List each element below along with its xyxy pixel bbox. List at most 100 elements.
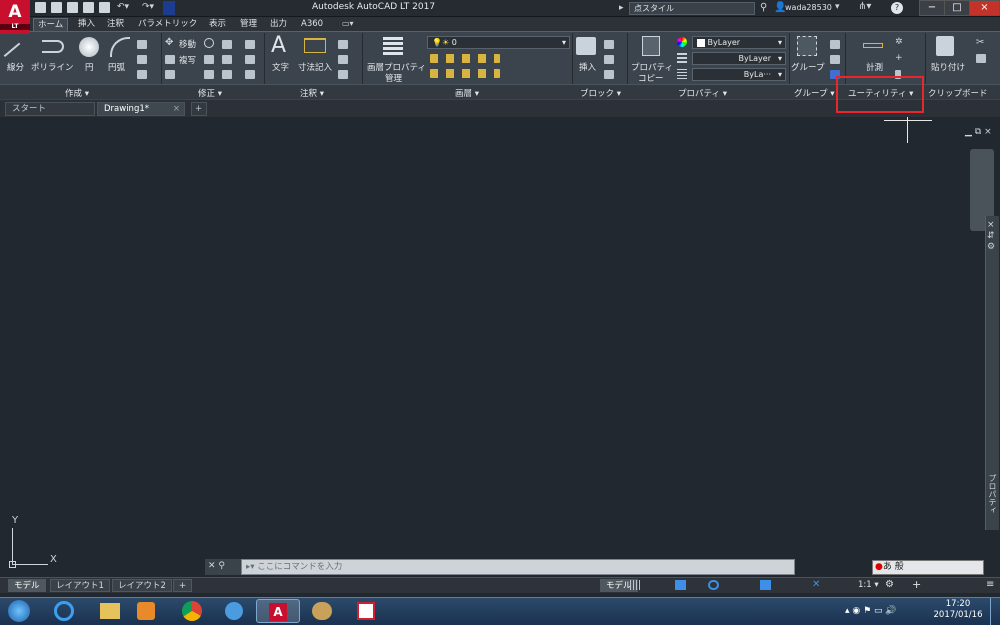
insert-block-icon[interactable] [576, 37, 596, 55]
erase-icon[interactable] [245, 40, 255, 49]
layout-tab-layout1[interactable]: レイアウト1 [50, 579, 110, 592]
viewport-controls-icon[interactable]: ▁ ⧉ × [965, 127, 992, 137]
tab-annotate[interactable]: 注釈 [103, 18, 128, 31]
panel-layers[interactable]: 画層 ▾ [455, 87, 479, 99]
tab-parametric[interactable]: パラメトリック [134, 18, 201, 31]
paint-icon[interactable] [300, 599, 344, 623]
block-attribute-icon[interactable] [604, 70, 614, 79]
paste-label[interactable]: 貼り付け [931, 61, 965, 73]
line-label[interactable]: 線分 [7, 61, 24, 73]
command-input[interactable]: ▸▾ ここにコマンドを入力 [241, 559, 795, 575]
clock[interactable]: 17:20 2017/01/16 [930, 599, 986, 621]
scale-icon[interactable] [204, 70, 214, 79]
rectangle-icon[interactable] [137, 40, 147, 49]
ribbon-toggle-icon[interactable]: ▭▾ [342, 19, 356, 29]
system-tray-icons[interactable]: ▴ ◉ ⚑ ▭ 🔊 [845, 606, 897, 616]
circle-label[interactable]: 円 [85, 61, 94, 73]
app-menu-button[interactable]: A LT [0, 0, 30, 34]
panel-modify[interactable]: 修正 ▾ [198, 87, 222, 99]
print-icon[interactable] [99, 2, 110, 13]
panel-annotation[interactable]: 注釈 ▾ [300, 87, 324, 99]
color-dropdown[interactable]: ByLayer ▾ [692, 36, 786, 49]
show-desktop-button[interactable] [990, 598, 1000, 625]
edit-block-icon[interactable] [604, 55, 614, 64]
tab-drawing1[interactable]: Drawing1* × [97, 102, 185, 116]
tab-home[interactable]: ホーム [33, 18, 69, 31]
hatch-icon[interactable] [137, 55, 147, 64]
create-block-icon[interactable] [604, 40, 614, 49]
rotate-icon[interactable] [204, 38, 214, 48]
save-icon[interactable] [67, 2, 78, 13]
cut-icon[interactable]: ✂ [976, 37, 984, 48]
lineweight-dropdown[interactable]: ByLa··· ▾ [692, 68, 786, 81]
group-label[interactable]: グループ [791, 61, 825, 73]
match-properties-label-2[interactable]: コピー [638, 72, 664, 84]
layer-dropdown[interactable]: 💡☀ 0 ▾ [427, 36, 570, 49]
tab-a360[interactable]: A360 [297, 18, 327, 31]
new-file-icon[interactable] [35, 2, 46, 13]
measure-label[interactable]: 計測 [866, 61, 883, 73]
layout-tab-model[interactable]: モデル [8, 579, 46, 592]
text-icon[interactable]: A [271, 35, 286, 57]
add-layout-button[interactable]: + [173, 579, 193, 592]
chrome-icon[interactable] [170, 599, 214, 623]
insert-label[interactable]: 挿入 [579, 61, 596, 73]
panel-clipboard[interactable]: クリップボード [928, 87, 988, 99]
polyline-label[interactable]: ポリライン [31, 61, 74, 73]
arc-label[interactable]: 円弧 [108, 61, 125, 73]
quick-calc-icon[interactable]: ✲ [895, 37, 903, 47]
ie-icon[interactable] [42, 599, 86, 623]
polar-icon[interactable] [708, 580, 719, 590]
array-icon[interactable] [222, 70, 232, 79]
redo-icon[interactable]: ↷▾ [142, 2, 160, 13]
leader-icon[interactable] [338, 55, 348, 64]
scale-dropdown[interactable]: 1:1 ▾ [858, 580, 879, 590]
autocad-task-icon[interactable]: A [256, 599, 300, 623]
palette-controls-icon[interactable]: × ⇵ ⚙ [987, 220, 997, 253]
grid-icon[interactable] [630, 580, 641, 590]
group-edit-icon[interactable] [830, 55, 840, 64]
annotation-scale-icon[interactable]: ✕ [812, 580, 823, 590]
add-tab-button[interactable]: + [191, 102, 207, 116]
copy-clip-icon[interactable] [976, 54, 986, 63]
autodesk-app-icon[interactable]: ⋔▾ [858, 1, 871, 12]
layout-tab-layout2[interactable]: レイアウト2 [112, 579, 172, 592]
tab-output[interactable]: 出力 [266, 18, 291, 31]
media-player-icon[interactable] [124, 599, 168, 623]
plus-icon[interactable]: + [912, 579, 923, 590]
messenger-icon[interactable] [212, 599, 256, 623]
open-file-icon[interactable] [51, 2, 62, 13]
layer-tools-row-1[interactable] [430, 54, 500, 63]
workspace-dropdown[interactable] [163, 1, 175, 15]
polyline-icon[interactable] [42, 40, 64, 53]
table-icon[interactable] [338, 70, 348, 79]
tab-view[interactable]: 表示 [205, 18, 230, 31]
layer-properties-label-2[interactable]: 管理 [385, 72, 402, 84]
ungroup-icon[interactable] [830, 40, 840, 49]
minimize-button[interactable]: − [919, 0, 945, 16]
move-icon[interactable]: ✥ [165, 37, 173, 48]
mirror-icon[interactable] [204, 55, 214, 64]
user-icon[interactable]: 👤 [774, 2, 786, 14]
text-label[interactable]: 文字 [272, 61, 289, 73]
paste-icon[interactable] [936, 36, 954, 56]
point-icon[interactable]: + [895, 53, 903, 63]
copy-label[interactable]: 複写 [179, 54, 196, 66]
linetype-dropdown[interactable]: ByLayer ▾ [692, 52, 786, 65]
maximize-button[interactable]: □ [944, 0, 970, 16]
panel-draw[interactable]: 作成 ▾ [65, 87, 89, 99]
tab-insert[interactable]: 挿入 [74, 18, 99, 31]
close-tab-icon[interactable]: × [173, 103, 180, 116]
linear-dim-icon[interactable] [338, 40, 348, 49]
undo-icon[interactable]: ↶▾ [117, 2, 135, 13]
help-icon[interactable]: ? [891, 2, 903, 14]
ime-bar[interactable]: ●あ 般 [872, 560, 984, 575]
layer-properties-icon[interactable] [383, 37, 403, 55]
close-button[interactable]: × [969, 0, 1000, 16]
save-as-icon[interactable] [83, 2, 94, 13]
gear-icon[interactable]: ⚙ [885, 580, 896, 590]
group-icon[interactable] [797, 36, 817, 56]
cart-icon[interactable]: ▾ [835, 2, 840, 12]
measure-icon[interactable] [863, 43, 883, 48]
binoculars-icon[interactable]: ⚲ [760, 2, 770, 14]
